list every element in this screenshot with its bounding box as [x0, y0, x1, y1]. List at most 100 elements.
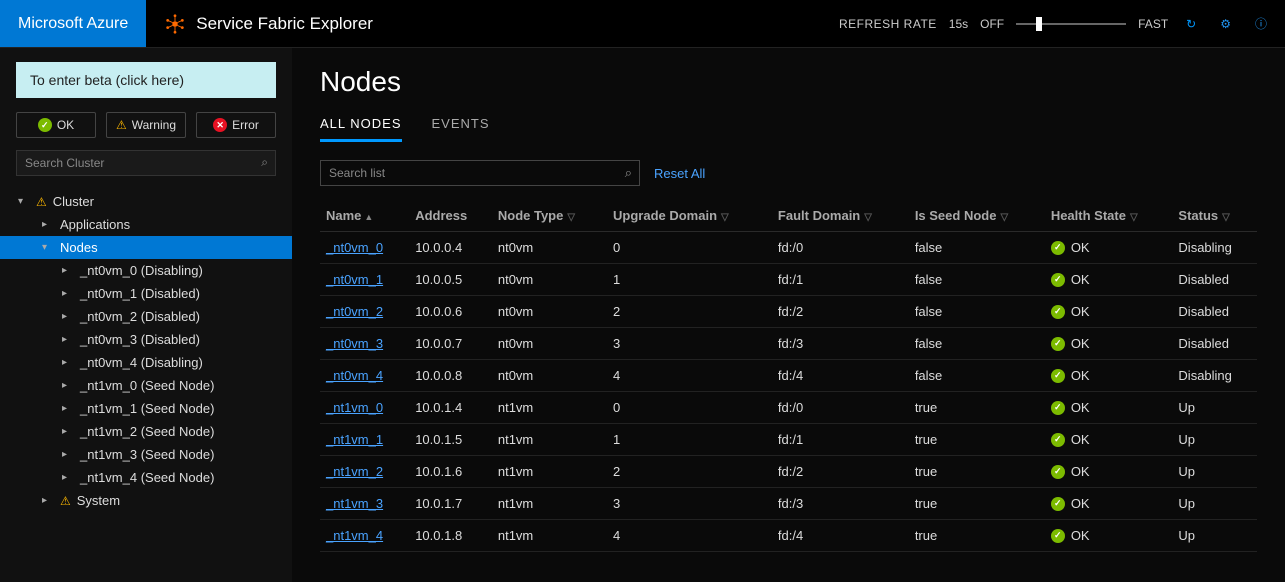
- tree-node-label: _nt1vm_4 (Seed Node): [80, 470, 214, 485]
- tree-node-item[interactable]: ▸_nt0vm_2 (Disabled): [0, 305, 292, 328]
- node-name-link[interactable]: _nt1vm_4: [320, 520, 409, 552]
- chevron-right-icon: ▸: [62, 357, 74, 368]
- filter-icon[interactable]: ▽: [567, 212, 575, 223]
- node-fd: fd:/3: [772, 488, 909, 520]
- tree-node-label: _nt1vm_1 (Seed Node): [80, 401, 214, 416]
- info-icon[interactable]: ⓘ: [1249, 9, 1273, 38]
- nodes-table: Name▲ Address Node Type▽ Upgrade Domain▽…: [320, 200, 1257, 552]
- node-type: nt1vm: [492, 456, 607, 488]
- node-name-link[interactable]: _nt0vm_3: [320, 328, 409, 360]
- node-name-link[interactable]: _nt0vm_4: [320, 360, 409, 392]
- node-fd: fd:/2: [772, 456, 909, 488]
- filter-warning[interactable]: ⚠ Warning: [106, 112, 186, 138]
- node-name-link[interactable]: _nt0vm_2: [320, 296, 409, 328]
- tree-node-item[interactable]: ▸_nt1vm_0 (Seed Node): [0, 374, 292, 397]
- tree-node-item[interactable]: ▸_nt0vm_3 (Disabled): [0, 328, 292, 351]
- azure-brand[interactable]: Microsoft Azure: [0, 0, 146, 47]
- col-fault-domain[interactable]: Fault Domain▽: [772, 200, 909, 232]
- col-seed[interactable]: Is Seed Node▽: [909, 200, 1045, 232]
- cluster-icon: [164, 13, 186, 35]
- tree-applications[interactable]: ▸ Applications: [0, 213, 292, 236]
- node-name-link[interactable]: _nt1vm_1: [320, 424, 409, 456]
- slider-off-label: OFF: [980, 17, 1004, 31]
- tree-nodes-label: Nodes: [60, 240, 98, 255]
- filter-ok[interactable]: ✓ OK: [16, 112, 96, 138]
- check-icon: ✓: [1051, 337, 1065, 351]
- filter-error[interactable]: ✕ Error: [196, 112, 276, 138]
- check-icon: ✓: [1051, 497, 1065, 511]
- node-ud: 2: [607, 296, 772, 328]
- node-name-link[interactable]: _nt1vm_0: [320, 392, 409, 424]
- node-status: Up: [1172, 456, 1257, 488]
- refresh-slider[interactable]: [1016, 23, 1126, 25]
- tree-node-item[interactable]: ▸ _nt1vm_3 (Seed Node): [0, 443, 292, 466]
- filter-icon[interactable]: ▽: [1222, 212, 1230, 223]
- table-row: _nt1vm_110.0.1.5nt1vm1fd:/1true✓OKUp: [320, 424, 1257, 456]
- tree-cluster[interactable]: ▾ ⚠ Cluster: [0, 190, 292, 213]
- tree-system-label: System: [77, 493, 120, 508]
- tree-node-item[interactable]: ▸_nt0vm_1 (Disabled): [0, 282, 292, 305]
- tab-events[interactable]: EVENTS: [432, 116, 490, 142]
- check-icon: ✓: [1051, 241, 1065, 255]
- node-name-link[interactable]: _nt0vm_0: [320, 232, 409, 264]
- col-upgrade-domain[interactable]: Upgrade Domain▽: [607, 200, 772, 232]
- node-ud: 1: [607, 424, 772, 456]
- filter-icon[interactable]: ▽: [1130, 212, 1138, 223]
- col-name[interactable]: Name▲: [320, 200, 409, 232]
- warning-icon: ⚠: [116, 118, 127, 132]
- node-health: ✓OK: [1045, 296, 1173, 328]
- node-name-link[interactable]: _nt1vm_2: [320, 456, 409, 488]
- beta-banner[interactable]: To enter beta (click here): [16, 62, 276, 98]
- filter-error-label: Error: [232, 118, 259, 132]
- node-seed: true: [909, 520, 1045, 552]
- node-type: nt0vm: [492, 264, 607, 296]
- search-list-input[interactable]: [320, 160, 640, 186]
- node-health: ✓OK: [1045, 456, 1173, 488]
- reset-all-link[interactable]: Reset All: [654, 166, 705, 181]
- refresh-icon[interactable]: ↻: [1180, 11, 1202, 37]
- tree-node-item[interactable]: ▸_nt1vm_4 (Seed Node): [0, 466, 292, 489]
- search-cluster-input[interactable]: [16, 150, 276, 176]
- tree-node-item[interactable]: ▸_nt0vm_4 (Disabling): [0, 351, 292, 374]
- tree-node-item[interactable]: ▸_nt0vm_0 (Disabling): [0, 259, 292, 282]
- refresh-rate-value: 15s: [949, 17, 968, 31]
- topbar-controls: REFRESH RATE 15s OFF FAST ↻ ⚙ ⓘ: [839, 9, 1285, 38]
- tree-nodes[interactable]: ▾ Nodes: [0, 236, 292, 259]
- health-filter-row: ✓ OK ⚠ Warning ✕ Error: [0, 112, 292, 150]
- chevron-right-icon: ▸: [62, 311, 74, 322]
- node-type: nt0vm: [492, 296, 607, 328]
- tree-node-item[interactable]: ▸_nt1vm_1 (Seed Node): [0, 397, 292, 420]
- node-ud: 4: [607, 360, 772, 392]
- node-name-link[interactable]: _nt0vm_1: [320, 264, 409, 296]
- search-icon[interactable]: ⌕: [261, 155, 268, 170]
- node-type: nt1vm: [492, 392, 607, 424]
- node-fd: fd:/3: [772, 328, 909, 360]
- node-health: ✓OK: [1045, 264, 1173, 296]
- tree-node-item[interactable]: ▸_nt1vm_2 (Seed Node): [0, 420, 292, 443]
- col-address[interactable]: Address: [409, 200, 492, 232]
- table-row: _nt1vm_310.0.1.7nt1vm3fd:/3true✓OKUp: [320, 488, 1257, 520]
- table-row: _nt1vm_010.0.1.4nt1vm0fd:/0true✓OKUp: [320, 392, 1257, 424]
- chevron-right-icon: ▸: [62, 265, 74, 276]
- chevron-right-icon: ▸: [62, 334, 74, 345]
- tree-node-label: _nt1vm_3 (Seed Node): [80, 447, 214, 462]
- page-title: Nodes: [320, 66, 1257, 98]
- filter-icon[interactable]: ▽: [1000, 212, 1008, 223]
- col-status[interactable]: Status▽: [1172, 200, 1257, 232]
- table-row: _nt0vm_310.0.0.7nt0vm3fd:/3false✓OKDisab…: [320, 328, 1257, 360]
- tab-all-nodes[interactable]: ALL NODES: [320, 116, 402, 142]
- gear-icon[interactable]: ⚙: [1214, 11, 1237, 37]
- col-health[interactable]: Health State▽: [1045, 200, 1173, 232]
- node-address: 10.0.1.4: [409, 392, 492, 424]
- error-icon: ✕: [213, 118, 227, 132]
- app-title-text: Service Fabric Explorer: [196, 14, 373, 34]
- filter-icon[interactable]: ▽: [864, 212, 872, 223]
- node-type: nt1vm: [492, 488, 607, 520]
- tree-system[interactable]: ▸ ⚠ System: [0, 489, 292, 512]
- node-name-link[interactable]: _nt1vm_3: [320, 488, 409, 520]
- search-icon[interactable]: ⌕: [625, 165, 632, 181]
- tree-applications-label: Applications: [60, 217, 130, 232]
- chevron-right-icon: ▸: [62, 449, 74, 460]
- col-node-type[interactable]: Node Type▽: [492, 200, 607, 232]
- filter-icon[interactable]: ▽: [721, 212, 729, 223]
